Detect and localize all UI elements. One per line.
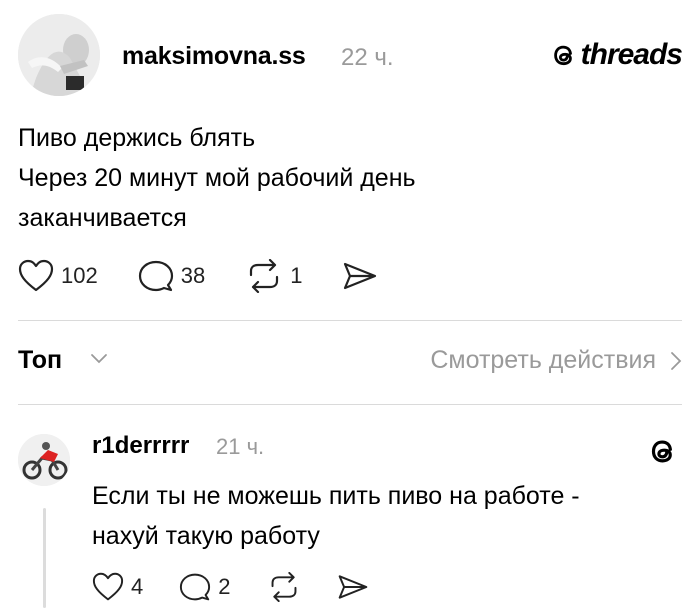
divider [18,320,682,321]
post-text-line: Через 20 минут мой рабочий день [18,164,416,192]
post-username[interactable]: maksimovna.ss [122,42,306,71]
send-icon [338,575,367,599]
avatar[interactable] [18,14,100,96]
like-button[interactable]: 102 [18,259,98,293]
comment-button[interactable]: 38 [138,259,205,293]
divider [18,404,682,405]
reply-body: Если ты не можешь пить пиво на работе - … [92,476,682,556]
share-button[interactable] [342,261,378,291]
post-actions: 102 38 1 [18,258,418,294]
threads-logo-icon [553,45,572,66]
chevron-down-icon[interactable] [90,353,108,365]
post-text-line: Пиво держись блять [18,124,256,152]
threads-wordmark: threads [580,38,683,71]
replies-sort-row: Топ Смотреть действия [18,340,682,380]
heart-icon [92,572,124,601]
chevron-right-icon [671,351,682,370]
post-body: Пиво держись блять Через 20 минут мой ра… [18,118,678,238]
comment-bubble-icon [138,260,173,292]
repost-count: 1 [290,263,303,288]
repost-button[interactable] [267,572,301,602]
reply-username[interactable]: r1derrrrr [92,432,189,460]
reply-text-line: нахуй такую работу [92,522,320,550]
reply-actions: 4 2 [92,570,405,604]
like-count: 102 [61,263,98,288]
like-count: 4 [131,574,144,599]
comment-count: 38 [180,263,206,288]
reply-timestamp: 21 ч. [216,434,265,459]
like-button[interactable]: 4 [92,572,143,602]
repost-icon [250,259,279,293]
repost-button[interactable]: 1 [245,259,302,293]
post-timestamp: 22 ч. [341,44,394,71]
comment-count: 2 [218,574,231,599]
reply: r1derrrrr 21 ч. Если ты не можешь пить п… [18,428,682,608]
share-button[interactable] [337,573,369,601]
view-activity-link[interactable]: Смотреть действия [430,346,682,375]
send-icon [344,262,377,290]
reply-text-line: Если ты не можешь пить пиво на работе - [92,482,580,510]
avatar[interactable] [18,434,70,486]
comment-bubble-icon [180,573,211,601]
post-header: maksimovna.ss 22 ч. threads [18,14,683,96]
thread-line [43,508,46,608]
threads-logo-icon [651,440,672,463]
comment-button[interactable]: 2 [179,572,231,602]
view-activity-label: Смотреть действия [430,346,656,374]
threads-brand: threads [549,38,683,72]
heart-icon [18,259,54,292]
sort-dropdown[interactable]: Топ [18,346,62,375]
post-text-line: заканчивается [18,204,187,232]
repost-icon [271,572,296,602]
